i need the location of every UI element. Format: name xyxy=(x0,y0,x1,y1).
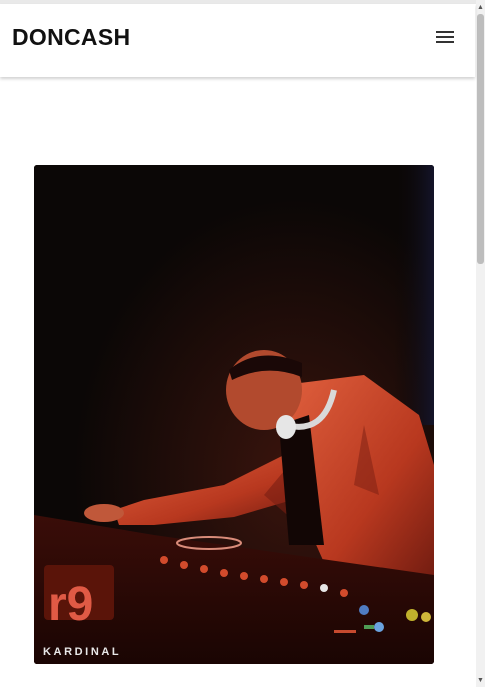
hero-photo: r9 KARDINAL xyxy=(34,165,434,664)
scroll-up-arrow-icon[interactable]: ▲ xyxy=(476,4,485,12)
dj-photo-illustration: r9 xyxy=(34,165,434,664)
navbar: DONCASH xyxy=(0,4,475,77)
brand-logo[interactable]: DONCASH xyxy=(12,24,130,51)
svg-text:r9: r9 xyxy=(48,578,93,631)
scroll-down-arrow-icon[interactable]: ▼ xyxy=(476,677,485,685)
hamburger-menu-icon[interactable] xyxy=(432,26,458,48)
page: DONCASH r9 KARDINAL ▲ ▼ xyxy=(0,0,485,687)
vertical-scrollbar[interactable]: ▲ ▼ xyxy=(476,0,485,687)
photo-watermark: KARDINAL xyxy=(43,646,122,658)
scrollbar-thumb[interactable] xyxy=(477,14,484,264)
